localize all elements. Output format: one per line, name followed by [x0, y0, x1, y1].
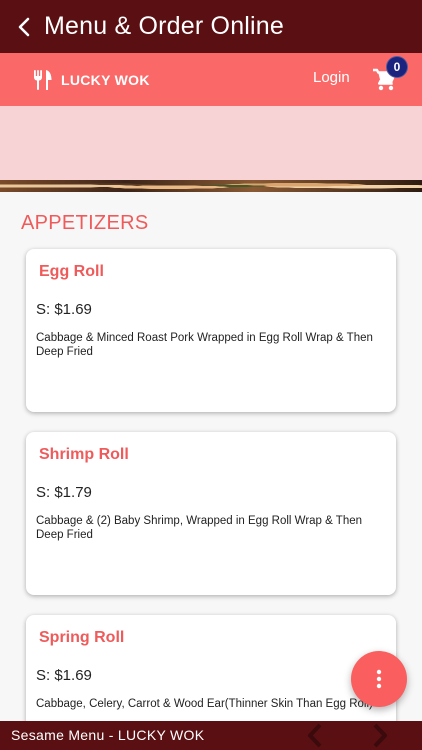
more-vertical-icon — [376, 669, 382, 689]
section-title: APPETIZERS — [21, 212, 149, 234]
menu-item-card[interactable]: Spring Roll S: $1.69 Cabbage, Celery, Ca… — [26, 615, 396, 735]
item-name: Shrimp Roll — [39, 446, 129, 463]
chevron-left-icon — [18, 17, 30, 36]
menu-item-card[interactable]: Egg Roll S: $1.69 Cabbage & Minced Roast… — [26, 249, 396, 412]
brand-logo[interactable]: LUCKY WOK — [33, 69, 150, 91]
app-bar: Menu & Order Online — [0, 0, 422, 53]
page-title: Menu & Order Online — [44, 12, 285, 40]
chevron-right-icon — [373, 723, 387, 748]
item-description: Cabbage & (2) Baby Shrimp, Wrapped in Eg… — [36, 515, 363, 541]
next-button[interactable] — [367, 721, 393, 750]
restaurant-header: LUCKY WOK Login — [0, 53, 422, 106]
item-name: Egg Roll — [39, 263, 104, 280]
food-banner-strip — [0, 180, 422, 192]
item-description: Cabbage, Celery, Carrot & Wood Ear(Thinn… — [36, 698, 373, 710]
previous-button[interactable] — [302, 721, 328, 750]
item-price: S: $1.69 — [36, 301, 92, 318]
item-price: S: $1.69 — [36, 667, 92, 684]
footer-label: Sesame Menu - LUCKY WOK — [11, 727, 205, 743]
menu-item-card[interactable]: Shrimp Roll S: $1.79 Cabbage & (2) Baby … — [26, 432, 396, 595]
back-button[interactable] — [4, 0, 44, 53]
brand-name: LUCKY WOK — [61, 71, 150, 88]
more-options-button[interactable] — [351, 651, 407, 707]
banner-image — [0, 106, 422, 180]
item-name: Spring Roll — [39, 629, 125, 646]
login-link[interactable]: Login — [313, 69, 350, 86]
cart-count-badge: 0 — [386, 56, 408, 78]
fork-knife-icon — [34, 69, 52, 90]
item-price: S: $1.79 — [36, 484, 92, 501]
bottom-bar: Sesame Menu - LUCKY WOK — [0, 721, 422, 750]
item-description: Cabbage & Minced Roast Pork Wrapped in E… — [36, 332, 373, 358]
chevron-left-icon — [308, 723, 322, 748]
